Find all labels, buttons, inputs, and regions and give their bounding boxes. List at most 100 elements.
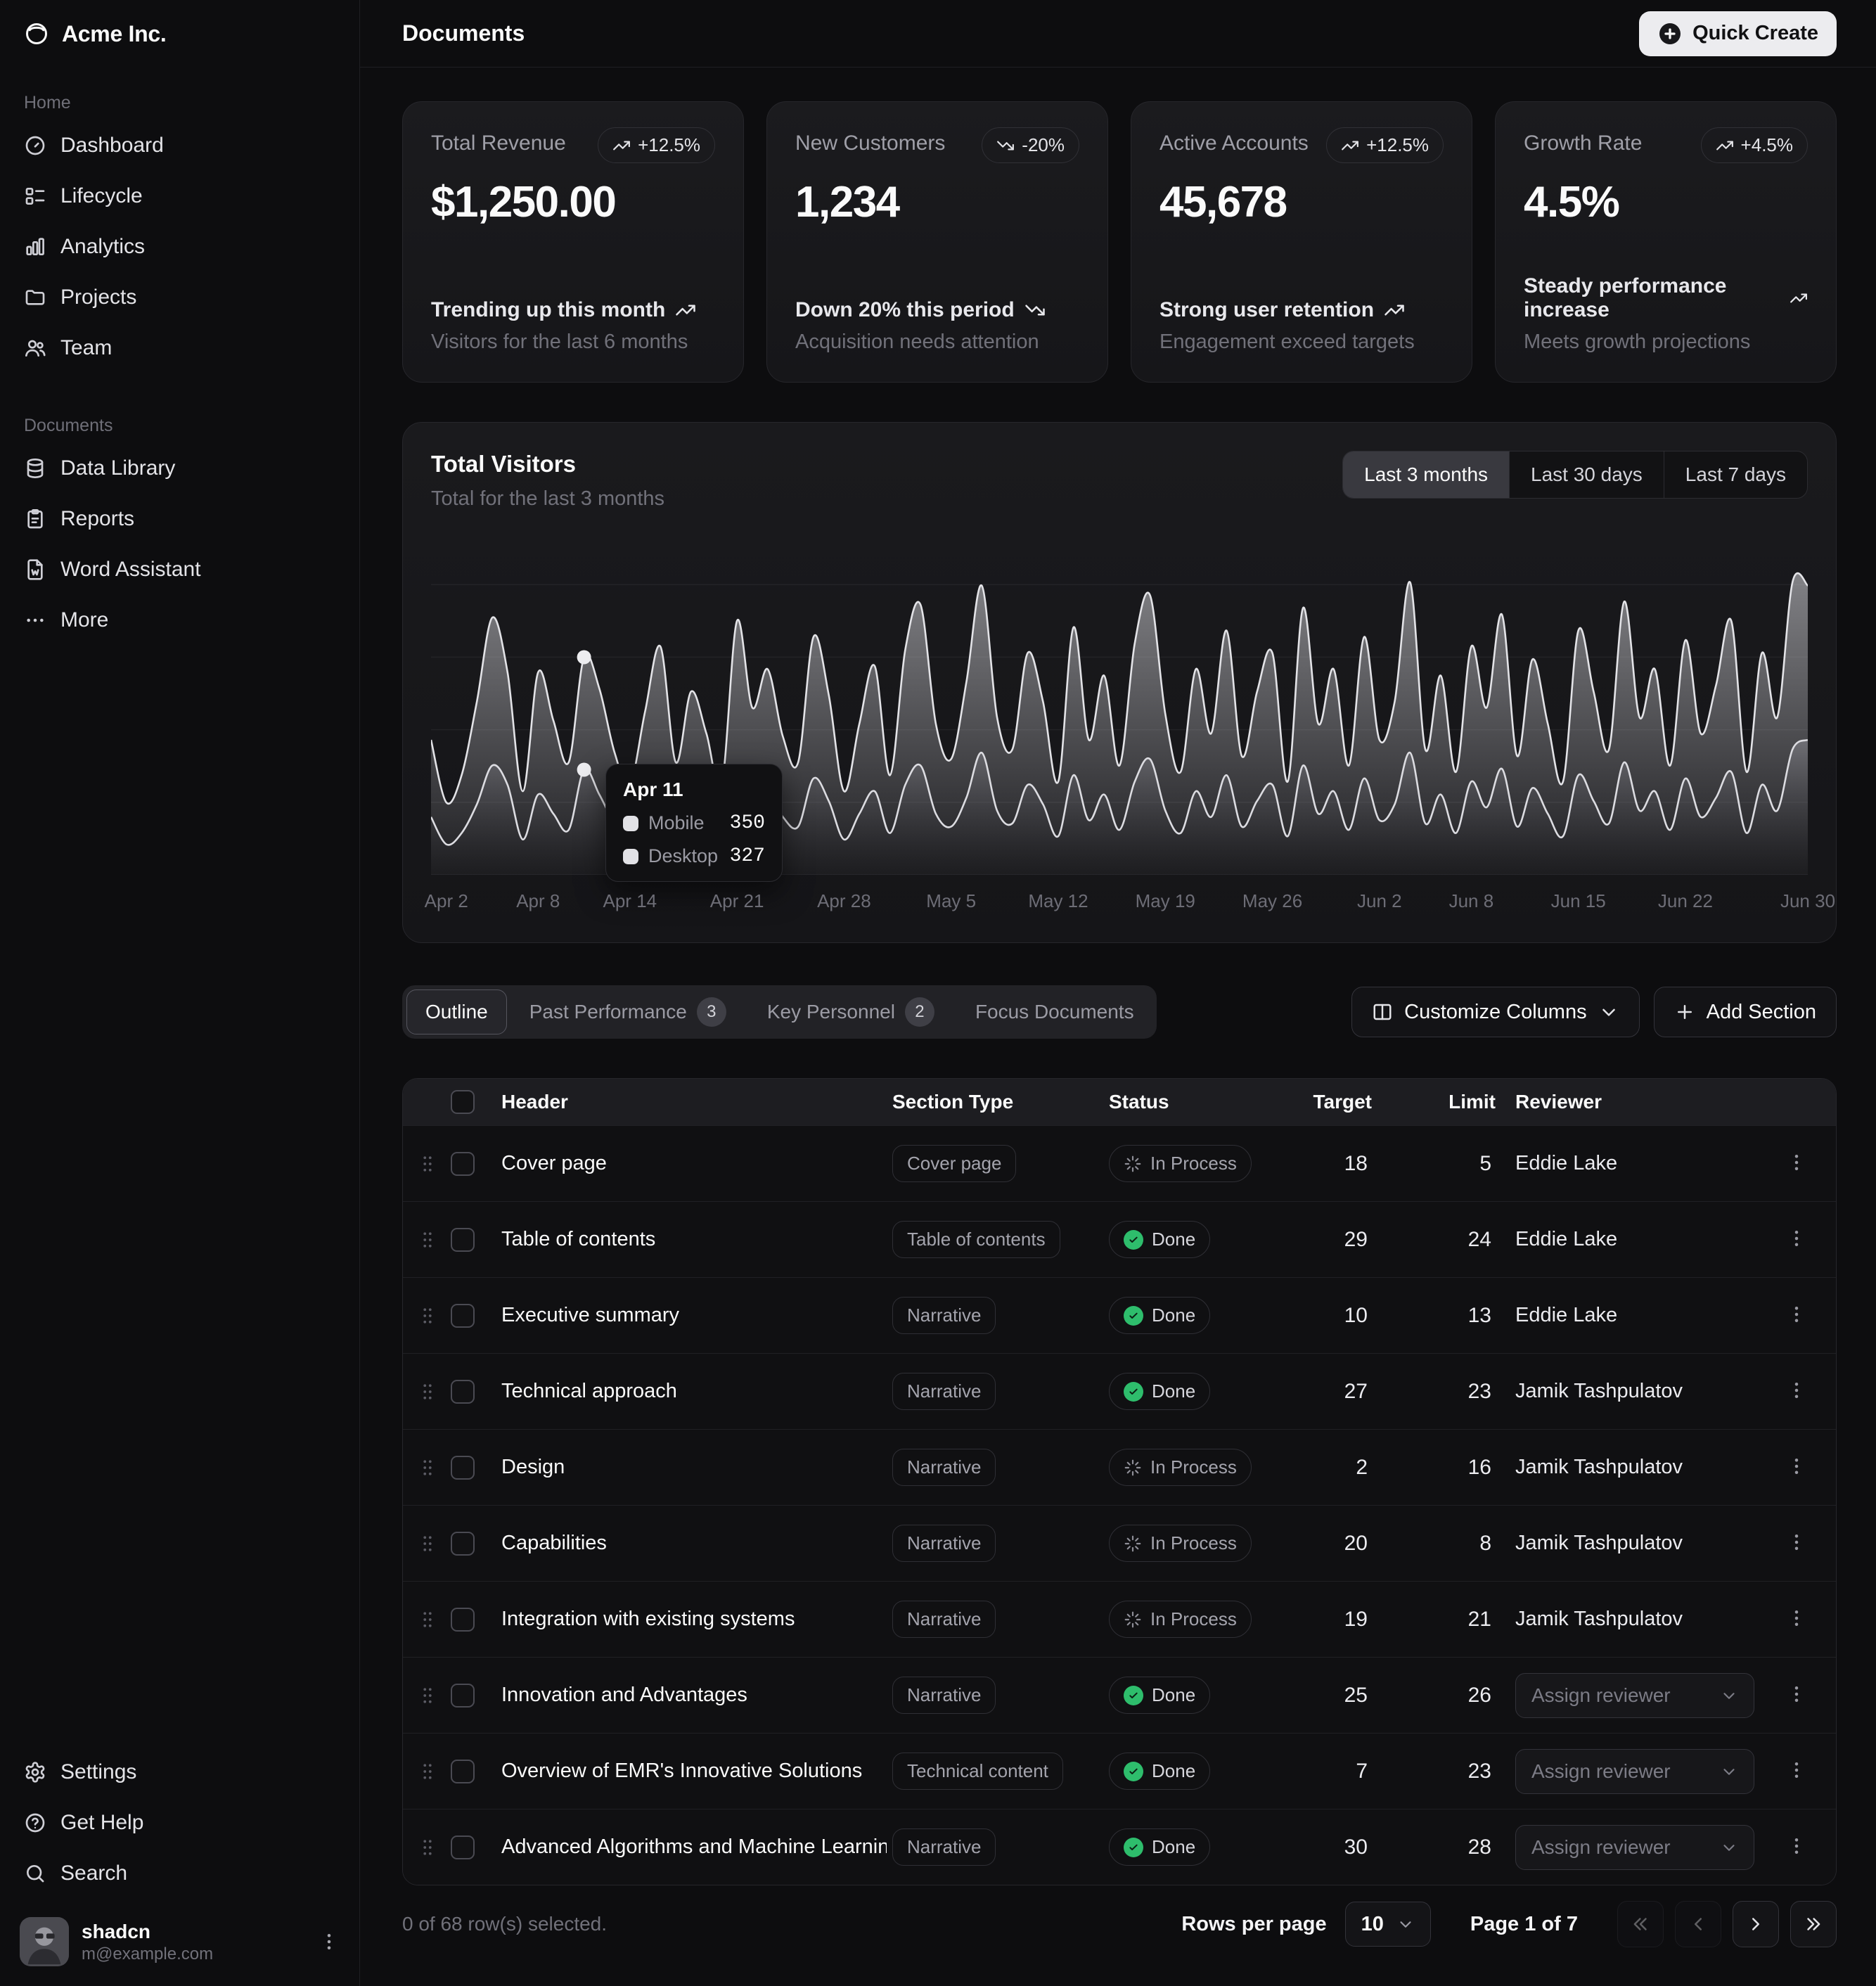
row-checkbox[interactable] — [451, 1152, 475, 1176]
limit-cell[interactable]: 8 — [1392, 1532, 1510, 1556]
drag-handle-icon[interactable] — [417, 1380, 438, 1404]
target-cell[interactable]: 29 — [1309, 1228, 1386, 1252]
row-checkbox[interactable] — [451, 1304, 475, 1328]
sidebar-item-search[interactable]: Search — [11, 1850, 348, 1897]
row-menu-button[interactable] — [1782, 1681, 1811, 1710]
target-cell[interactable]: 7 — [1309, 1760, 1386, 1783]
limit-cell[interactable]: 23 — [1392, 1760, 1510, 1783]
user-kebab-icon[interactable] — [319, 1931, 340, 1952]
sidebar-item-projects[interactable]: Projects — [11, 274, 348, 321]
sidebar-item-analytics[interactable]: Analytics — [11, 223, 348, 271]
tab-focus-documents[interactable]: Focus Documents — [957, 989, 1152, 1034]
row-header-cell[interactable]: Executive summary — [501, 1304, 887, 1327]
limit-cell[interactable]: 21 — [1392, 1608, 1510, 1632]
row-header-cell[interactable]: Design — [501, 1456, 887, 1479]
row-menu-button[interactable] — [1782, 1833, 1811, 1862]
assign-reviewer-label: Assign reviewer — [1531, 1684, 1671, 1707]
pagination-controls: Rows per page 10 Page 1 of 7 — [1181, 1901, 1837, 1947]
sidebar-item-word-assistant[interactable]: Word Assistant — [11, 546, 348, 594]
limit-cell[interactable]: 28 — [1392, 1836, 1510, 1859]
target-cell[interactable]: 18 — [1309, 1152, 1386, 1176]
row-checkbox[interactable] — [451, 1684, 475, 1708]
row-header-cell[interactable]: Capabilities — [501, 1532, 887, 1555]
row-checkbox[interactable] — [451, 1760, 475, 1783]
row-checkbox[interactable] — [451, 1608, 475, 1632]
drag-handle-icon[interactable] — [417, 1456, 438, 1480]
select-all-checkbox[interactable] — [451, 1090, 475, 1114]
target-cell[interactable]: 2 — [1309, 1456, 1386, 1480]
rows-per-page-select[interactable]: 10 — [1345, 1902, 1431, 1947]
row-checkbox[interactable] — [451, 1380, 475, 1404]
assign-reviewer-select[interactable]: Assign reviewer — [1515, 1673, 1754, 1718]
row-checkbox[interactable] — [451, 1228, 475, 1252]
limit-cell[interactable]: 23 — [1392, 1380, 1510, 1404]
status-cell: In Process — [1109, 1145, 1303, 1182]
sidebar-item-more[interactable]: More — [11, 596, 348, 644]
drag-handle-icon[interactable] — [417, 1836, 438, 1859]
first-page-button[interactable] — [1617, 1901, 1664, 1947]
row-menu-button[interactable] — [1782, 1150, 1811, 1178]
customize-columns-button[interactable]: Customize Columns — [1351, 987, 1639, 1037]
target-cell[interactable]: 20 — [1309, 1532, 1386, 1556]
row-header-cell[interactable]: Integration with existing systems — [501, 1608, 887, 1631]
row-menu-button[interactable] — [1782, 1530, 1811, 1558]
drag-handle-icon[interactable] — [417, 1684, 438, 1708]
limit-cell[interactable]: 16 — [1392, 1456, 1510, 1480]
target-cell[interactable]: 30 — [1309, 1836, 1386, 1859]
sidebar-item-reports[interactable]: Reports — [11, 495, 348, 543]
row-checkbox[interactable] — [451, 1456, 475, 1480]
range-toggle: Last 3 monthsLast 30 daysLast 7 days — [1342, 451, 1808, 499]
target-cell[interactable]: 27 — [1309, 1380, 1386, 1404]
drag-handle-icon[interactable] — [417, 1228, 438, 1252]
tab-key-personnel[interactable]: Key Personnel2 — [749, 989, 953, 1034]
sidebar-item-settings[interactable]: Settings — [11, 1748, 348, 1796]
sidebar-item-lifecycle[interactable]: Lifecycle — [11, 172, 348, 220]
drag-handle-icon[interactable] — [417, 1152, 438, 1176]
brand[interactable]: Acme Inc. — [0, 0, 359, 68]
last-page-button[interactable] — [1790, 1901, 1837, 1947]
row-checkbox[interactable] — [451, 1836, 475, 1859]
row-menu-button[interactable] — [1782, 1757, 1811, 1786]
row-menu-button[interactable] — [1782, 1378, 1811, 1406]
row-header-cell[interactable]: Overview of EMR's Innovative Solutions — [501, 1760, 887, 1783]
tab-outline[interactable]: Outline — [406, 989, 507, 1034]
range-option[interactable]: Last 7 days — [1664, 451, 1807, 498]
prev-page-button[interactable] — [1675, 1901, 1721, 1947]
drag-handle-icon[interactable] — [417, 1532, 438, 1556]
limit-cell[interactable]: 13 — [1392, 1304, 1510, 1328]
target-cell[interactable]: 19 — [1309, 1608, 1386, 1632]
sidebar-item-get-help[interactable]: Get Help — [11, 1799, 348, 1847]
user-menu[interactable]: shadcn m@example.com — [11, 1907, 348, 1976]
assign-reviewer-select[interactable]: Assign reviewer — [1515, 1749, 1754, 1794]
row-menu-button[interactable] — [1782, 1302, 1811, 1330]
limit-cell[interactable]: 24 — [1392, 1228, 1510, 1252]
row-header-cell[interactable]: Cover page — [501, 1152, 887, 1175]
row-menu-button[interactable] — [1782, 1606, 1811, 1634]
row-checkbox[interactable] — [451, 1532, 475, 1556]
range-option[interactable]: Last 3 months — [1343, 451, 1509, 498]
limit-cell[interactable]: 5 — [1392, 1152, 1510, 1176]
row-header-cell[interactable]: Technical approach — [501, 1380, 887, 1403]
visitors-chart[interactable]: Apr 11 Mobile 350 Desktop 327 — [431, 537, 1808, 875]
next-page-button[interactable] — [1733, 1901, 1779, 1947]
row-menu-button[interactable] — [1782, 1226, 1811, 1254]
tab-past-performance[interactable]: Past Performance3 — [511, 989, 745, 1034]
row-menu-button[interactable] — [1782, 1454, 1811, 1482]
row-header-cell[interactable]: Advanced Algorithms and Machine Learning — [501, 1836, 887, 1859]
row-header-cell[interactable]: Innovation and Advantages — [501, 1684, 887, 1707]
drag-handle-icon[interactable] — [417, 1608, 438, 1632]
assign-reviewer-select[interactable]: Assign reviewer — [1515, 1825, 1754, 1870]
drag-handle-icon[interactable] — [417, 1304, 438, 1328]
sidebar-item-dashboard[interactable]: Dashboard — [11, 122, 348, 169]
row-header-cell[interactable]: Table of contents — [501, 1228, 887, 1251]
range-option[interactable]: Last 30 days — [1509, 451, 1664, 498]
add-section-button[interactable]: Add Section — [1654, 987, 1837, 1037]
reviewer-name: Eddie Lake — [1515, 1228, 1617, 1250]
target-cell[interactable]: 10 — [1309, 1304, 1386, 1328]
sidebar-item-team[interactable]: Team — [11, 324, 348, 372]
drag-handle-icon[interactable] — [417, 1760, 438, 1783]
quick-create-button[interactable]: Quick Create — [1639, 11, 1837, 56]
target-cell[interactable]: 25 — [1309, 1684, 1386, 1708]
limit-cell[interactable]: 26 — [1392, 1684, 1510, 1708]
sidebar-item-data-library[interactable]: Data Library — [11, 444, 348, 492]
